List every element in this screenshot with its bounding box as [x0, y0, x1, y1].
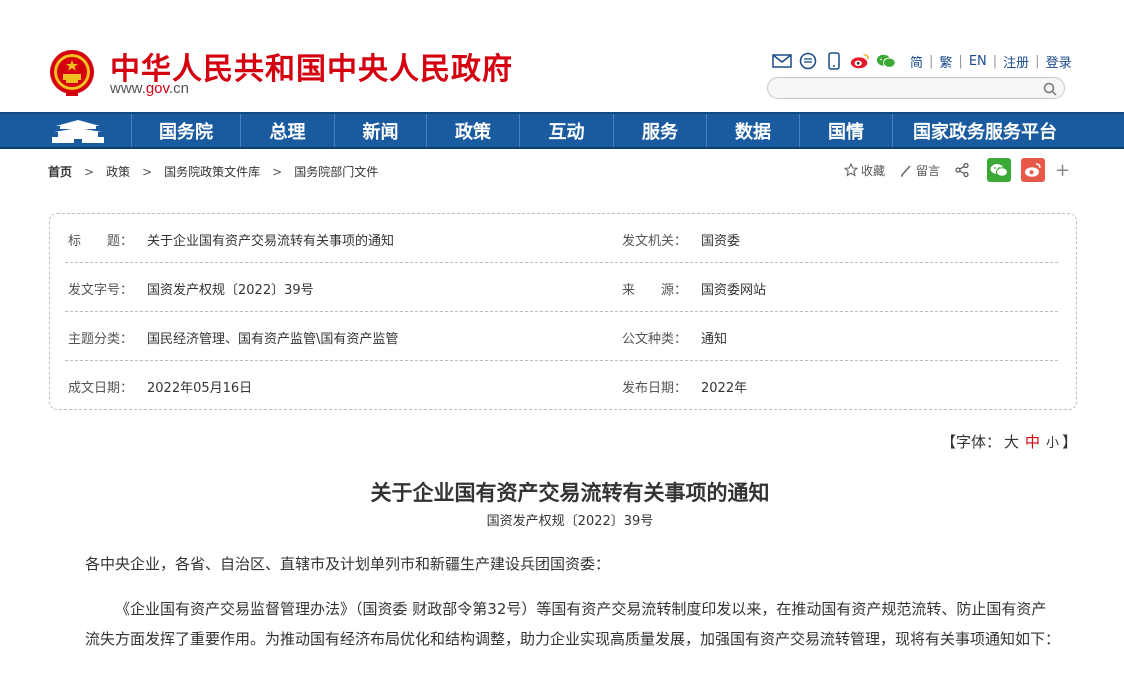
breadcrumb-home[interactable]: 首页: [48, 163, 72, 180]
chevron-right-icon: >: [272, 164, 283, 179]
font-size-large[interactable]: 大: [1004, 433, 1019, 451]
share-weibo-button[interactable]: [1021, 158, 1046, 182]
source-value: 国资委网站: [701, 283, 767, 298]
title-label: 标 题：: [68, 234, 134, 249]
topic-label: 主题分类：: [68, 332, 134, 347]
main-nav: 国务院 总理 新闻 政策 互动 服务 数据 国情 国家政务服务平台: [0, 112, 1124, 149]
site-header: 中华人民共和国中央人民政府 www.gov.cn 简 | 繁 | EN | 注册…: [0, 0, 1124, 112]
wechat-icon[interactable]: [876, 51, 896, 71]
pencil-icon: [900, 165, 911, 177]
separator: |: [958, 53, 963, 69]
nav-items: 国务院 总理 新闻 政策 互动 服务 数据 国情 国家政务服务平台: [131, 114, 1077, 147]
weibo-icon: [1025, 163, 1041, 177]
info-row: 主题分类： 国民经济管理、国有资产监管\国有资产监管 公文种类： 通知: [65, 312, 1058, 361]
breadcrumb-policy[interactable]: 政策: [106, 163, 130, 180]
font-size-small[interactable]: 小: [1046, 436, 1059, 451]
docno-label: 发文字号：: [68, 283, 134, 298]
font-size-prefix: 【字体：: [941, 433, 1002, 451]
title-value: 关于企业国有资产交易流转有关事项的通知: [147, 234, 395, 249]
email-icon[interactable]: [772, 51, 792, 71]
doc-type-value: 通知: [701, 332, 728, 347]
breadcrumb-policy-library[interactable]: 国务院政策文件库: [164, 163, 260, 180]
article-title: 关于企业国有资产交易流转有关事项的通知: [370, 480, 770, 505]
info-row: 成文日期： 2022年05月16日 发布日期： 2022年: [65, 361, 1058, 410]
register-link[interactable]: 注册: [1003, 52, 1029, 71]
search-icon[interactable]: [1042, 81, 1058, 97]
chevron-right-icon: >: [84, 164, 95, 179]
issuer-label: 发文机关：: [622, 234, 688, 249]
lang-simplified-link[interactable]: 简: [910, 52, 923, 71]
nav-item-interaction[interactable]: 互动: [519, 114, 613, 147]
lang-links: 简 | 繁 | EN | 注册 | 登录: [910, 52, 1072, 71]
font-size-medium[interactable]: 中: [1025, 433, 1040, 451]
share-button[interactable]: [954, 162, 973, 178]
font-size-suffix: 】: [1062, 433, 1078, 451]
nav-item-premier[interactable]: 总理: [240, 114, 334, 147]
publish-date-value: 2022年: [701, 381, 748, 396]
favorite-label: 收藏: [861, 163, 886, 178]
info-row: 标 题： 关于企业国有资产交易流转有关事项的通知 发文机关： 国资委: [65, 214, 1058, 263]
topic-value: 国民经济管理、国有资产监管\国有资产监管: [147, 332, 399, 347]
breadcrumb: 首页 > 政策 > 国务院政策文件库 > 国务院部门文件: [48, 163, 378, 180]
favorite-button[interactable]: 收藏: [844, 162, 885, 179]
breadcrumb-dept-documents[interactable]: 国务院部门文件: [294, 163, 378, 180]
more-share-button[interactable]: +: [1055, 160, 1070, 181]
chevron-right-icon: >: [142, 164, 153, 179]
comment-label: 留言: [916, 163, 941, 178]
publish-date-label: 发布日期：: [622, 381, 688, 396]
nav-item-data[interactable]: 数据: [706, 114, 799, 147]
search-input[interactable]: [768, 79, 1038, 99]
info-row: 发文字号： 国资发产权规〔2022〕39号 来 源： 国资委网站: [65, 263, 1058, 312]
article-doc-number: 国资发产权规〔2022〕39号: [486, 514, 654, 529]
article-paragraph: 《企业国有资产交易监督管理办法》（国资委 财政部令第32号）等国有资产交易流转制…: [85, 600, 1061, 648]
written-date-label: 成文日期：: [68, 381, 134, 396]
issuer-value: 国资委: [701, 234, 741, 249]
lang-english-link[interactable]: EN: [969, 54, 987, 69]
article-paragraph: 各中央企业，各省、自治区、直辖市及计划单列市和新疆生产建设兵团国资委：: [85, 555, 611, 573]
top-tools: 简 | 繁 | EN | 注册 | 登录: [772, 50, 1072, 72]
nav-item-news[interactable]: 新闻: [334, 114, 426, 147]
document-info-table: 标 题： 关于企业国有资产交易流转有关事项的通知 发文机关： 国资委 发文字号：…: [49, 213, 1077, 410]
national-emblem-icon[interactable]: [48, 48, 96, 98]
separator: |: [1035, 53, 1040, 69]
mobile-icon[interactable]: [824, 51, 844, 71]
message-icon[interactable]: [798, 51, 818, 71]
share-wechat-button[interactable]: [987, 158, 1012, 182]
nav-item-policy[interactable]: 政策: [426, 114, 519, 147]
nav-item-national-info[interactable]: 国情: [799, 114, 892, 147]
doc-type-label: 公文种类：: [622, 332, 688, 347]
comment-button[interactable]: 留言: [899, 162, 940, 179]
source-label: 来 源：: [622, 283, 688, 298]
font-size-switcher: 【字体：大中小】: [941, 431, 1077, 452]
site-url-gov: gov: [145, 80, 169, 97]
lang-traditional-link[interactable]: 繁: [939, 52, 952, 71]
star-icon: [844, 163, 858, 177]
tiananmen-home-icon[interactable]: [48, 118, 108, 145]
site-url-prefix: www.: [110, 80, 146, 97]
docno-value: 国资发产权规〔2022〕39号: [147, 283, 314, 298]
separator: |: [992, 53, 998, 69]
search-box: [767, 77, 1065, 99]
wechat-icon: [990, 164, 1009, 177]
weibo-icon[interactable]: [850, 51, 870, 71]
share-icon: [955, 162, 969, 178]
share-bar: 收藏 留言 +: [844, 158, 1070, 182]
site-url[interactable]: www.gov.cn: [110, 80, 189, 97]
nav-item-state-council[interactable]: 国务院: [131, 114, 240, 147]
separator: |: [929, 53, 934, 69]
written-date-value: 2022年05月16日: [147, 381, 253, 396]
nav-item-gov-service-platform[interactable]: 国家政务服务平台: [892, 114, 1077, 147]
site-url-suffix: .cn: [168, 80, 189, 97]
nav-item-services[interactable]: 服务: [613, 114, 706, 147]
login-link[interactable]: 登录: [1046, 52, 1072, 71]
